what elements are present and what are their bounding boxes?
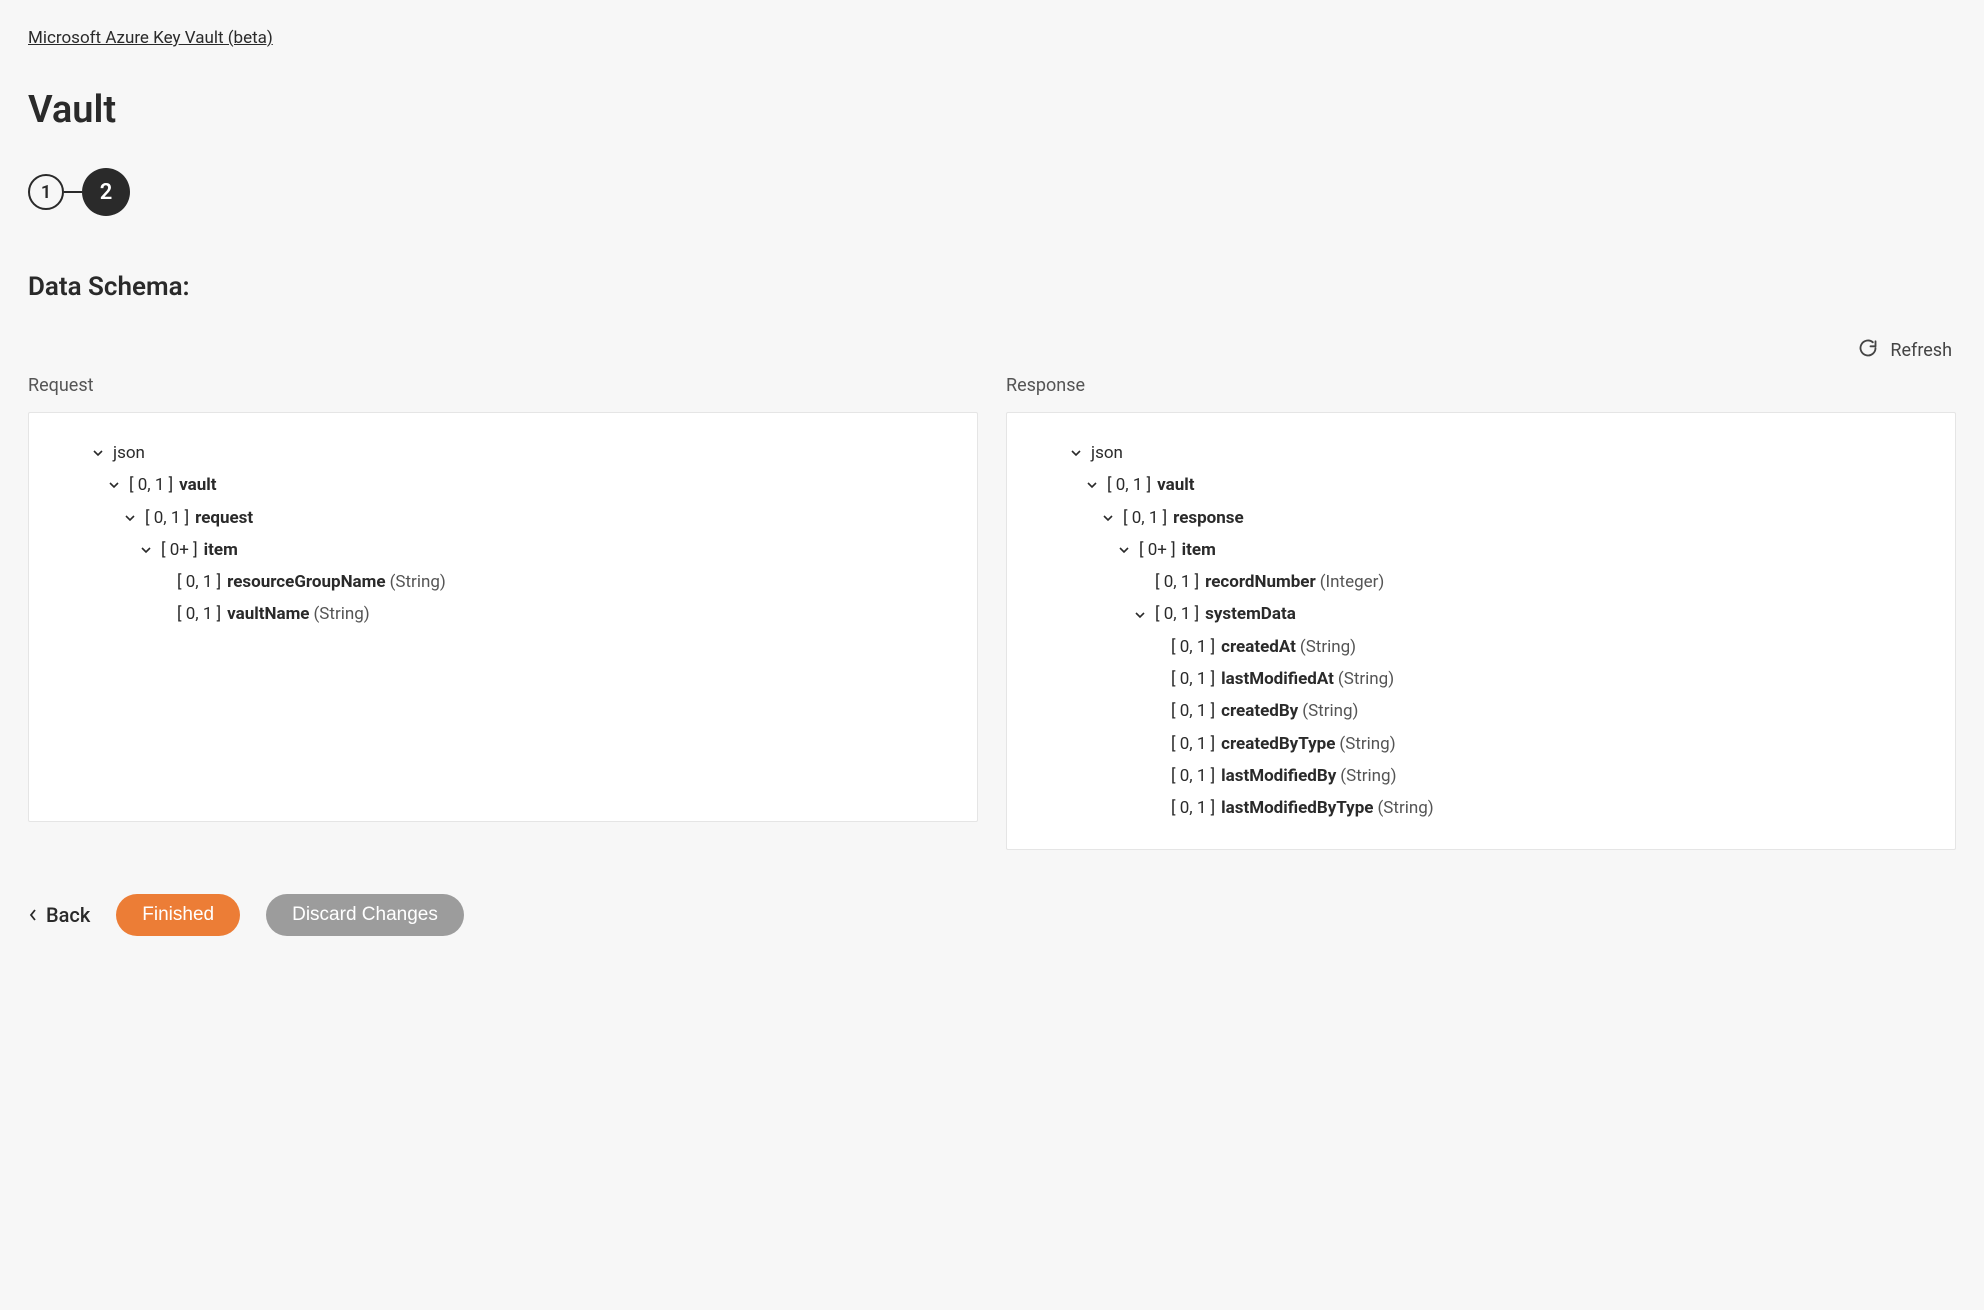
field-name: createdAt: [1221, 631, 1296, 663]
refresh-label: Refresh: [1890, 340, 1952, 361]
cardinality: [ 0+ ]: [161, 534, 198, 566]
cardinality: [ 0, 1 ]: [145, 502, 189, 534]
tree-row-json[interactable]: json: [1027, 437, 1935, 469]
chevron-down-icon: [89, 447, 107, 459]
tree-row-json[interactable]: json: [49, 437, 957, 469]
tree-row-response[interactable]: [ 0, 1 ] response: [1027, 502, 1935, 534]
field-type: (String): [313, 598, 369, 630]
cardinality: [ 0, 1 ]: [177, 598, 221, 630]
field-name: request: [195, 502, 253, 534]
response-column-label: Response: [1006, 375, 1956, 396]
field-name: recordNumber: [1205, 566, 1316, 598]
cardinality: [ 0, 1 ]: [1155, 598, 1199, 630]
cardinality: [ 0, 1 ]: [1123, 502, 1167, 534]
cardinality: [ 0, 1 ]: [1171, 760, 1215, 792]
finished-button[interactable]: Finished: [116, 894, 240, 936]
field-name: createdByType: [1221, 728, 1335, 760]
stepper: 1 2: [28, 168, 1956, 216]
chevron-down-icon: [1083, 479, 1101, 491]
field-type: (String): [1340, 760, 1396, 792]
tree-label: json: [1091, 437, 1123, 469]
back-button[interactable]: Back: [28, 903, 90, 927]
field-type: (String): [1300, 631, 1356, 663]
chevron-down-icon: [1067, 447, 1085, 459]
tree-row-vault[interactable]: [ 0, 1 ] vault: [1027, 469, 1935, 501]
tree-row-recordnumber[interactable]: [ 0, 1 ] recordNumber (Integer): [1027, 566, 1935, 598]
tree-label: json: [113, 437, 145, 469]
discard-changes-button[interactable]: Discard Changes: [266, 894, 464, 936]
tree-row-request[interactable]: [ 0, 1 ] request: [49, 502, 957, 534]
tree-row-lastmodifiedbytype[interactable]: [ 0, 1 ] lastModifiedByType (String): [1027, 792, 1935, 824]
step-2[interactable]: 2: [82, 168, 130, 216]
field-type: (Integer): [1320, 566, 1385, 598]
field-name: vaultName: [227, 598, 309, 630]
field-name: resourceGroupName: [227, 566, 385, 598]
field-name: lastModifiedBy: [1221, 760, 1336, 792]
step-connector: [64, 191, 82, 193]
back-label: Back: [46, 903, 90, 927]
chevron-down-icon: [1131, 609, 1149, 621]
tree-row-resourcegroupname[interactable]: [ 0, 1 ] resourceGroupName (String): [49, 566, 957, 598]
section-title: Data Schema:: [28, 272, 1956, 302]
tree-row-vaultname[interactable]: [ 0, 1 ] vaultName (String): [49, 598, 957, 630]
field-name: vault: [179, 469, 216, 501]
cardinality: [ 0, 1 ]: [1171, 663, 1215, 695]
chevron-down-icon: [1115, 544, 1133, 556]
step-1[interactable]: 1: [28, 174, 64, 210]
field-type: (String): [1302, 695, 1358, 727]
cardinality: [ 0, 1 ]: [177, 566, 221, 598]
tree-row-item[interactable]: [ 0+ ] item: [1027, 534, 1935, 566]
field-name: item: [1182, 534, 1216, 566]
cardinality: [ 0, 1 ]: [129, 469, 173, 501]
refresh-icon: [1858, 338, 1878, 363]
cardinality: [ 0, 1 ]: [1171, 695, 1215, 727]
field-name: response: [1173, 502, 1244, 534]
chevron-left-icon: [28, 903, 38, 927]
field-name: systemData: [1205, 598, 1296, 630]
cardinality: [ 0, 1 ]: [1171, 728, 1215, 760]
chevron-down-icon: [1099, 512, 1117, 524]
response-panel: json [ 0, 1 ] vault [ 0, 1 ] response [ …: [1006, 412, 1956, 850]
field-name: createdBy: [1221, 695, 1298, 727]
tree-row-lastmodifiedat[interactable]: [ 0, 1 ] lastModifiedAt (String): [1027, 663, 1935, 695]
chevron-down-icon: [121, 512, 139, 524]
cardinality: [ 0+ ]: [1139, 534, 1176, 566]
tree-row-createdby[interactable]: [ 0, 1 ] createdBy (String): [1027, 695, 1935, 727]
footer-actions: Back Finished Discard Changes: [28, 894, 1956, 936]
tree-row-systemdata[interactable]: [ 0, 1 ] systemData: [1027, 598, 1935, 630]
chevron-down-icon: [137, 544, 155, 556]
page-title: Vault: [28, 88, 1956, 132]
cardinality: [ 0, 1 ]: [1155, 566, 1199, 598]
refresh-button[interactable]: Refresh: [1858, 338, 1952, 363]
request-panel: json [ 0, 1 ] vault [ 0, 1 ] request [ 0…: [28, 412, 978, 822]
request-column: Request json [ 0, 1 ] vault [ 0, 1 ] req…: [28, 375, 978, 850]
field-name: lastModifiedAt: [1221, 663, 1334, 695]
response-column: Response json [ 0, 1 ] vault [ 0, 1 ] re…: [1006, 375, 1956, 850]
field-name: item: [204, 534, 238, 566]
tree-row-vault[interactable]: [ 0, 1 ] vault: [49, 469, 957, 501]
cardinality: [ 0, 1 ]: [1107, 469, 1151, 501]
field-type: (String): [1339, 728, 1395, 760]
cardinality: [ 0, 1 ]: [1171, 792, 1215, 824]
field-type: (String): [1377, 792, 1433, 824]
field-type: (String): [1338, 663, 1394, 695]
cardinality: [ 0, 1 ]: [1171, 631, 1215, 663]
request-column-label: Request: [28, 375, 978, 396]
tree-row-lastmodifiedby[interactable]: [ 0, 1 ] lastModifiedBy (String): [1027, 760, 1935, 792]
breadcrumb-link[interactable]: Microsoft Azure Key Vault (beta): [28, 28, 273, 48]
tree-row-item[interactable]: [ 0+ ] item: [49, 534, 957, 566]
field-type: (String): [390, 566, 446, 598]
tree-row-createdat[interactable]: [ 0, 1 ] createdAt (String): [1027, 631, 1935, 663]
field-name: lastModifiedByType: [1221, 792, 1373, 824]
tree-row-createdbytype[interactable]: [ 0, 1 ] createdByType (String): [1027, 728, 1935, 760]
chevron-down-icon: [105, 479, 123, 491]
field-name: vault: [1157, 469, 1194, 501]
